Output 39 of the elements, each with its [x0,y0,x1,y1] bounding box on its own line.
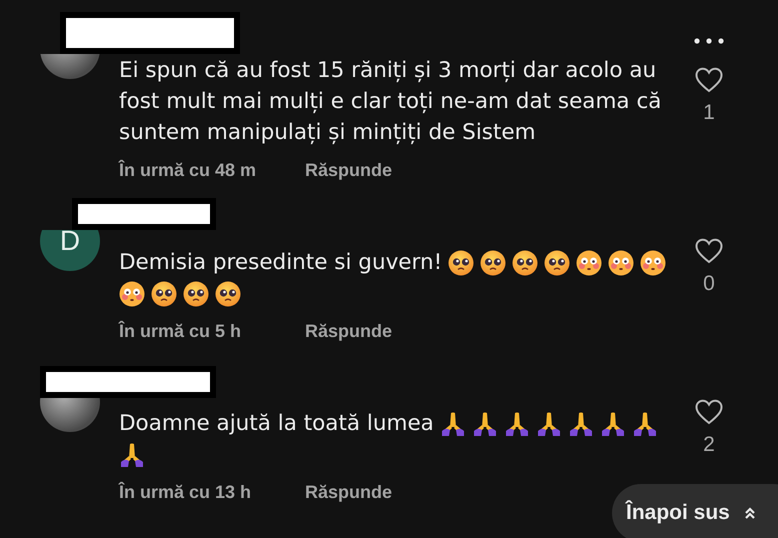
comment-text: Demisia presedinte si guvern! [119,249,442,277]
flushed-face-icon [640,250,666,276]
praying-hands-icon [568,410,594,436]
letter-avatar[interactable]: D [40,230,100,271]
pleading-face-icon [183,280,209,306]
pleading-face-icon [544,250,570,276]
praying-hands-icon [119,442,145,468]
comment-text: Ei spun că au fost 15 răniți și 3 morți dar acolo au fost mult mai mulți e clar toți ne-am dat seama că suntem manipulați și mințiți de Sistem [119,57,662,147]
back-to-top-button[interactable]: Înapoi sus [612,484,778,538]
pleading-face-icon [448,250,474,276]
flushed-face-icon [576,250,602,276]
flushed-face-icon [608,250,634,276]
reply-link[interactable]: Răspunde [305,482,392,502]
praying-hands-icon [504,410,530,436]
like-heart-icon[interactable] [695,238,723,264]
like-count: 0 [703,272,715,296]
like-count: 1 [703,101,715,125]
comment-time: În urmă cu 13 h [119,482,252,502]
avatar-photo-placeholder[interactable] [40,398,100,432]
praying-hands-icon [600,410,626,436]
reply-link[interactable]: Răspunde [305,320,392,342]
praying-hands-icon [440,410,466,436]
like-heart-icon[interactable] [695,399,723,425]
like-heart-icon[interactable] [695,67,723,93]
praying-hands-icon [536,410,562,436]
more-options-icon[interactable] [693,37,725,45]
double-chevron-up-icon [744,506,756,520]
comment-time: În urmă cu 5 h [119,320,242,342]
like-count: 2 [703,433,715,457]
pleading-face-icon [215,280,241,306]
comment-text: Doamne ajută la toată lumea [119,410,434,438]
reply-link[interactable]: Răspunde [305,160,392,180]
flushed-face-icon [119,280,145,306]
praying-hands-icon [472,410,498,436]
pleading-face-icon [480,250,506,276]
pleading-face-icon [512,250,538,276]
pleading-face-icon [151,280,177,306]
comment-time: În urmă cu 48 m [119,160,258,180]
praying-hands-icon [632,410,658,436]
